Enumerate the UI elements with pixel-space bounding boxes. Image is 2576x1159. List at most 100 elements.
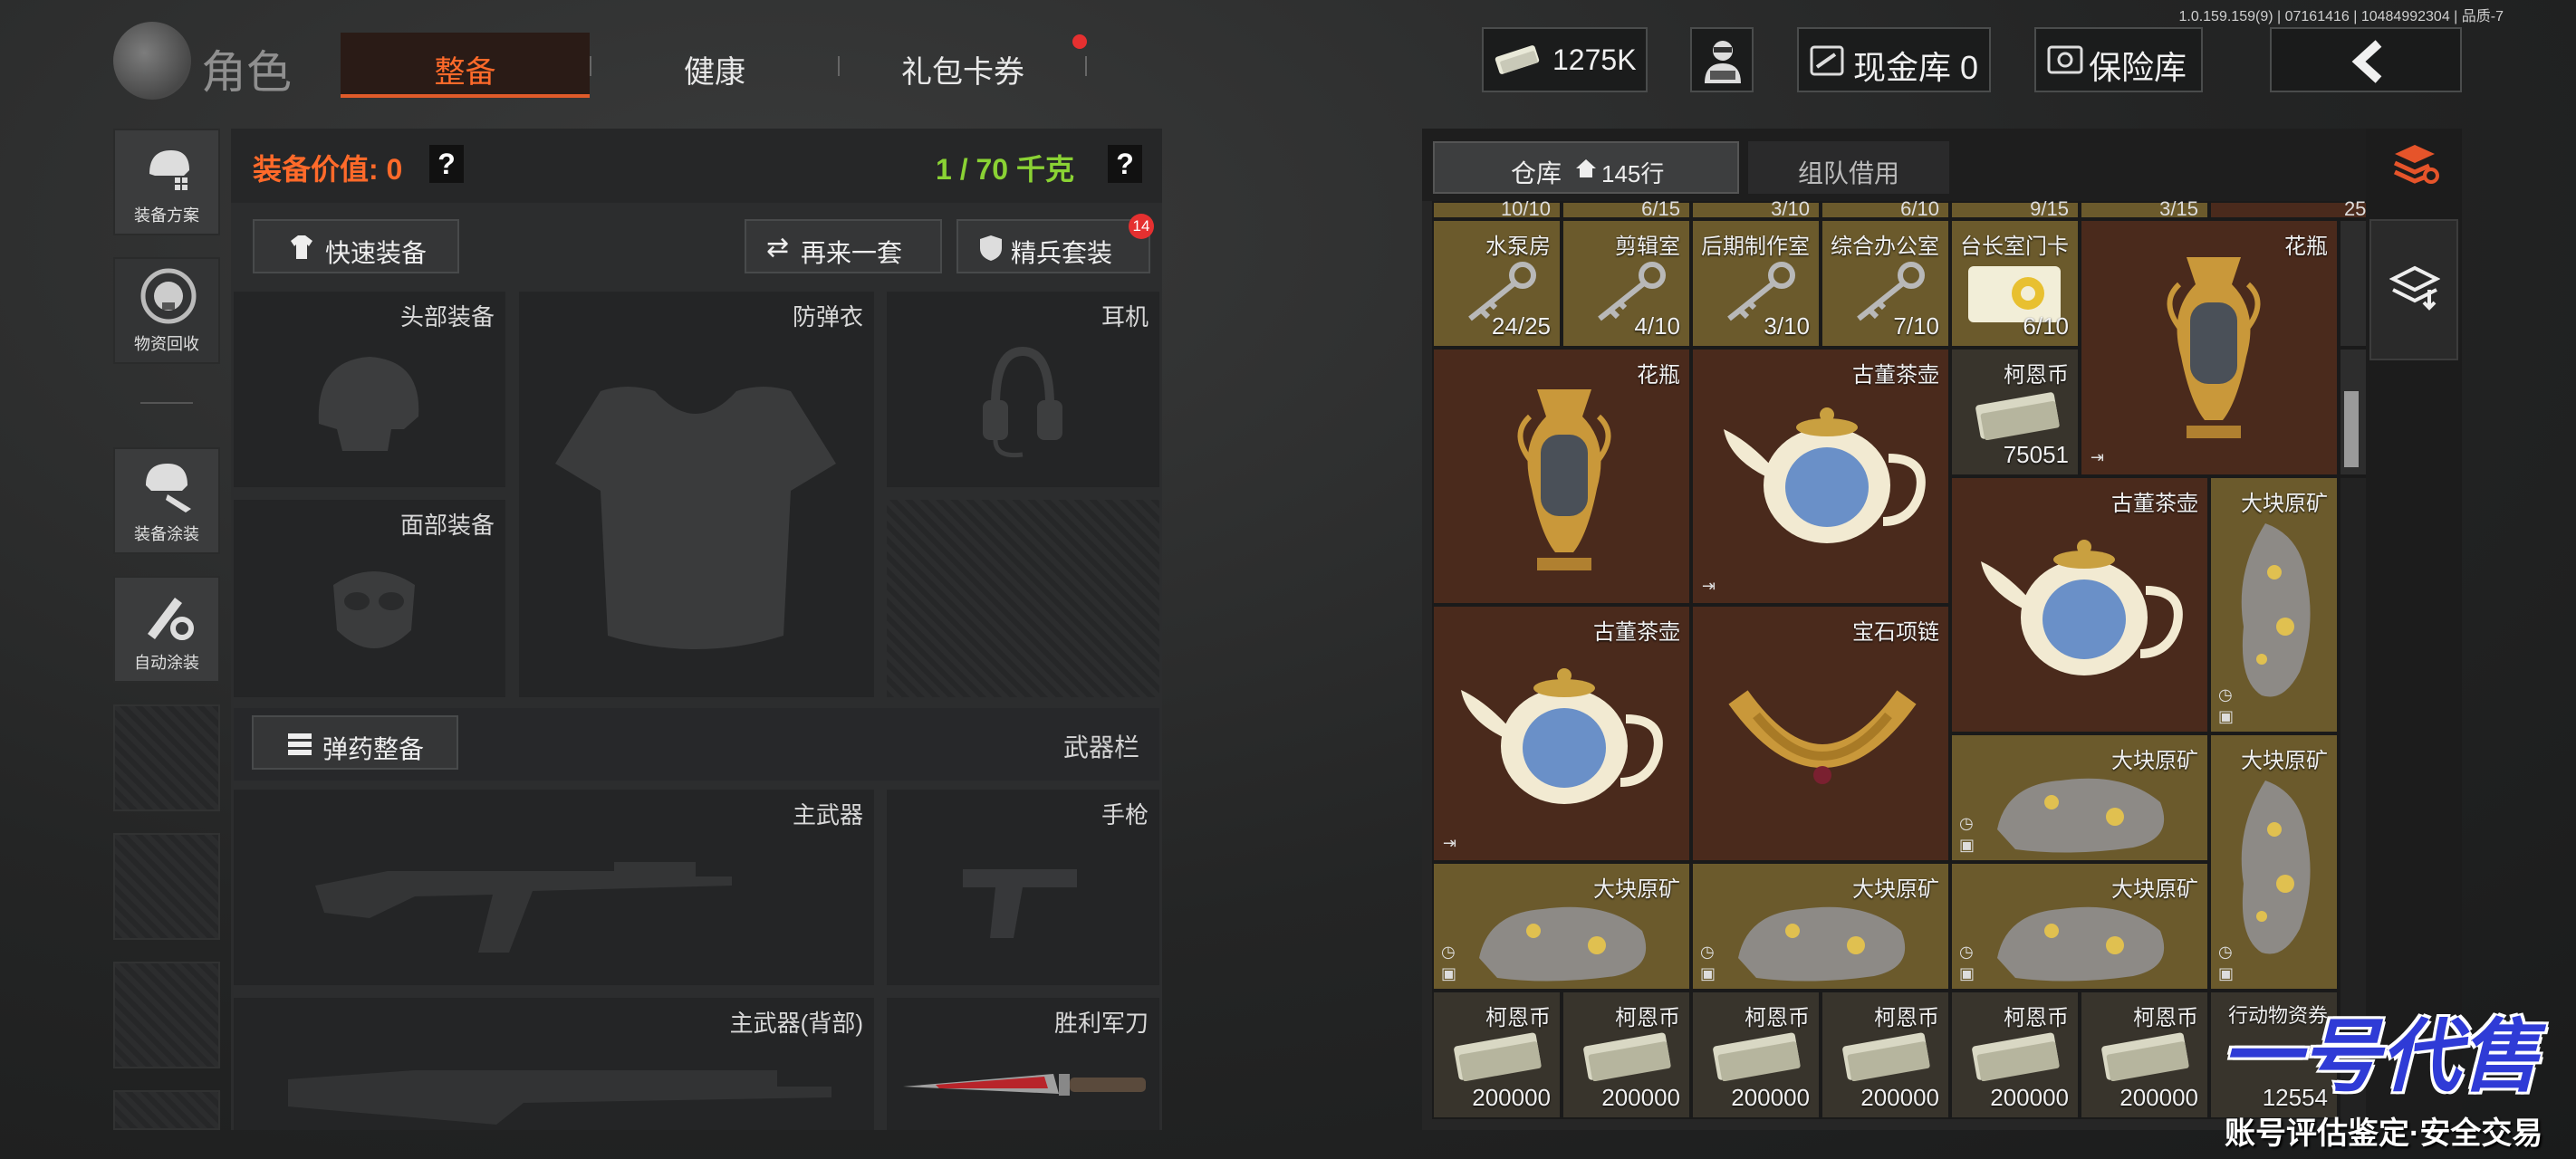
tab-storage[interactable]: 仓库 145行 [1433,141,1739,194]
back-weapon-slot[interactable]: 主武器(背部) [234,998,874,1130]
ore-icon [1479,906,1647,982]
back-button[interactable] [2270,27,2462,92]
primary-weapon-slot[interactable]: 主武器 [234,790,874,985]
clock-icon: ◷ [2218,685,2233,704]
ore-icon [1997,778,2165,853]
sort-stack-icon[interactable] [2389,141,2440,187]
inventory-side-toolbar [2366,129,2462,1130]
ore-item[interactable]: 大块原矿 ◷ ▣ [1432,862,1691,991]
tab-gifts[interactable]: 礼包卡券 [901,47,1024,91]
key-item[interactable]: 后期制作室 3/10 [1691,219,1821,348]
quick-equip-button[interactable]: 快速装备 [253,219,459,273]
key-item[interactable]: 综合办公室 7/10 [1821,219,1950,348]
exit-icon: ⇥ [2091,448,2105,466]
back-rifle-silhouette-icon [288,1070,831,1125]
home-icon [1576,159,1596,177]
watermark: 一号代售 账号评估鉴定·安全交易 [2210,987,2576,1159]
cash-icon [1495,45,1540,74]
box-icon: ▣ [1959,836,1975,854]
pistol-silhouette-icon [963,869,1077,938]
face-gear-slot[interactable]: 面部装备 [234,500,505,697]
coin-item[interactable]: 柯恩币 200000 [2080,991,2209,1119]
coin-item[interactable]: 柯恩币 75051 [1950,348,2080,476]
coin-item[interactable]: 柯恩币 200000 [1821,991,1950,1119]
coin-item[interactable]: 柯恩币 200000 [1950,991,2080,1119]
sidebar-empty-slot [113,704,220,811]
money-display[interactable]: 1275K [1482,27,1648,92]
app-root: 1.0.159.159(9) | 07161416 | 10484992304 … [0,0,2576,1159]
box-icon: ▣ [1700,964,1716,982]
coin-item[interactable]: 柯恩币 200000 [1432,991,1562,1119]
cash-vault-button[interactable]: 现金库 0 [1797,27,1991,92]
sidebar-empty-slot [113,962,220,1068]
auto-skin-button[interactable]: 自动涂装 [113,576,220,683]
elite-kit-button[interactable]: 精兵套装 [956,219,1150,273]
recycle-icon [140,268,197,324]
ore-item[interactable]: 大块原矿 ◷ ▣ [1950,862,2209,991]
box-icon: ▣ [2218,964,2235,982]
vest-silhouette-icon [555,387,836,649]
equip-skin-button[interactable]: 装备涂装 [113,447,220,554]
exit-icon: ⇥ [1443,834,1457,852]
notification-dot [1072,34,1087,49]
tab-health[interactable]: 健康 [684,47,745,91]
weight-capacity: 1 / 70 千克 [936,153,1074,186]
ammo-bar: 弹药整备 武器栏 [234,708,1159,781]
ore-item[interactable]: 大块原矿 ◷ ▣ [1950,733,2209,862]
vase-item[interactable]: 花瓶 ⇥ [2080,219,2339,476]
ore-icon [1738,906,1906,982]
pistol-slot[interactable]: 手枪 [887,790,1159,985]
scrollbar-thumb[interactable] [2344,391,2359,467]
tab-team-borrow[interactable]: 组队借用 [1748,141,1949,194]
inventory-tabs: 仓库 145行 组队借用 [1422,129,2461,201]
help-icon[interactable]: ? [429,145,464,183]
banknote-stack-icon [1454,1032,1542,1081]
clock-icon: ◷ [1700,943,1715,961]
sidebar-divider [140,402,193,404]
head-gear-slot[interactable]: 头部装备 [234,292,505,487]
ore-item[interactable]: 大块原矿 ◷ ▣ [2209,476,2339,733]
teapot-item[interactable]: 古董茶壶 ⇥ [1432,605,1691,862]
banknote-stack-icon [1842,1032,1930,1081]
key-item[interactable]: 剪辑室 4/10 [1562,219,1691,348]
vase-icon [1517,389,1611,570]
shield-icon [980,235,1002,261]
sidebar-empty-slot [113,1090,220,1130]
back-arrow-icon [2351,40,2382,83]
banknote-stack-icon [1713,1032,1801,1081]
coin-item[interactable]: 柯恩币 200000 [1691,991,1821,1119]
loadout-plan-button[interactable]: 装备方案 [113,129,220,235]
key-item[interactable]: 水泵房 24/25 [1432,219,1562,348]
help-icon[interactable]: ? [1108,145,1142,183]
body-armor-slot[interactable]: 防弹衣 [519,292,874,697]
equip-again-button[interactable]: ⇄ 再来一套 [745,219,942,273]
knife-slot[interactable]: 胜利军刀 [887,998,1159,1130]
sidebar-empty-slot [113,833,220,940]
layer-download-button[interactable] [2369,219,2458,360]
elite-kit-badge: 14 [1129,214,1154,239]
clock-icon: ◷ [1959,814,1974,832]
mask-silhouette-icon [333,571,415,648]
version-text: 1.0.159.159(9) | 07161416 | 10484992304 … [2178,9,2504,24]
safe-vault-button[interactable]: 保险库 [2034,27,2203,92]
necklace-item[interactable]: 宝石项链 [1691,605,1950,862]
ammo-icon [288,733,312,755]
layers-download-icon [2389,265,2440,311]
ore-item[interactable]: 大块原矿 ◷ ▣ [1691,862,1950,991]
vase-item[interactable]: 花瓶 [1432,348,1691,605]
brush-gear-icon [148,598,194,640]
material-recycle-button[interactable]: 物资回收 [113,257,220,364]
operator-button[interactable] [1690,27,1754,92]
coin-item[interactable]: 柯恩币 200000 [1562,991,1691,1119]
keycard-item[interactable]: 台长室门卡 6/10 [1950,219,2080,348]
teapot-item[interactable]: 古董茶壶 ⇥ [1691,348,1950,605]
tab-equip[interactable]: 整备 [341,33,590,98]
banknote-stack-icon [1583,1032,1671,1081]
teapot-item[interactable]: 古董茶壶 [1950,476,2209,733]
ammo-prep-button[interactable]: 弹药整备 [252,715,458,770]
necklace-icon [1728,690,1917,784]
headset-slot[interactable]: 耳机 [887,292,1159,487]
shirt-icon [291,235,312,259]
box-icon: ▣ [1959,964,1975,982]
ore-item[interactable]: 大块原矿 ◷ ▣ [2209,733,2339,991]
